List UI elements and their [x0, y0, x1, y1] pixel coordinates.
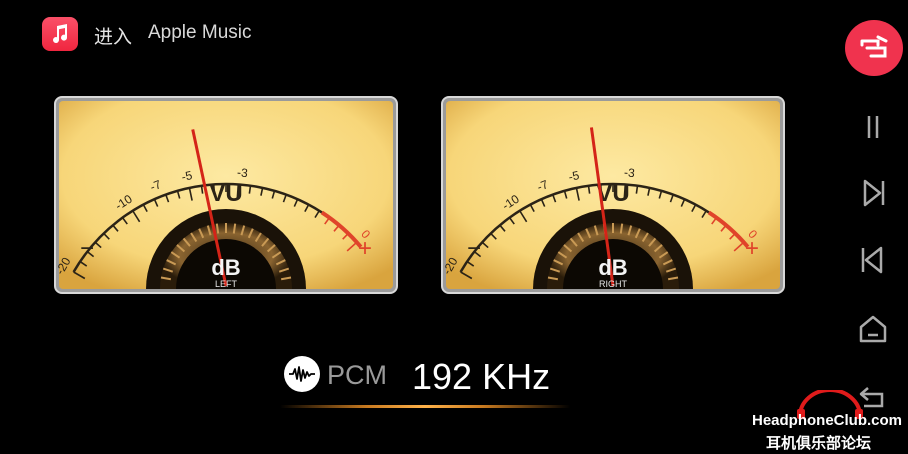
next-button[interactable]	[850, 170, 896, 216]
glow-divider	[280, 405, 570, 408]
hub-gear-tooth	[232, 223, 237, 234]
format-label: PCM	[327, 360, 387, 390]
hub-gear-tooth	[215, 223, 220, 234]
watermark-text-cn: 耳机俱乐部论坛	[766, 434, 872, 452]
vu-meter-left: -20 -10 -7 -5 -3 0− + VU dB LEFT	[54, 96, 398, 294]
home-button[interactable]	[850, 306, 896, 352]
previous-icon	[861, 246, 883, 274]
sample-rate-label: 192 KHz	[412, 356, 551, 397]
scale-tick	[587, 185, 591, 194]
playlist-button[interactable]	[845, 20, 903, 76]
scale-label: -3	[236, 165, 248, 180]
channel-label: RIGHT	[599, 279, 628, 289]
hub-gear-tooth	[619, 223, 624, 234]
music-note-icon[interactable]	[42, 17, 78, 51]
app-name[interactable]: Apple Music	[148, 22, 252, 44]
enter-label[interactable]: 进入	[94, 22, 132, 49]
previous-button[interactable]	[850, 237, 896, 283]
watermark-text: HeadphoneClub.com	[752, 412, 903, 429]
channel-label: LEFT	[215, 279, 238, 289]
home-icon	[859, 315, 887, 343]
db-label: dB	[598, 255, 627, 280]
plus-label: +	[358, 235, 372, 262]
scale-tick	[200, 185, 204, 194]
minus-label: −	[467, 235, 481, 262]
scale-tick	[635, 185, 639, 194]
playlist-icon	[860, 35, 888, 58]
scale-label: -3	[623, 165, 635, 180]
waveform-icon	[284, 356, 320, 392]
next-icon	[863, 179, 885, 207]
top-bar: 进入 Apple Music	[0, 0, 908, 70]
pause-button[interactable]	[850, 104, 896, 150]
scale-tick	[248, 185, 252, 194]
db-label: dB	[211, 255, 240, 280]
vu-label: VU	[209, 180, 242, 207]
vu-meter-right: -20 -10 -7 -5 -3 0− + VU dB RIGHT	[441, 96, 785, 294]
plus-label: +	[745, 235, 759, 262]
minus-label: −	[80, 235, 94, 262]
watermark: HeadphoneClub.com 耳机俱乐部论坛	[752, 390, 908, 454]
pause-icon	[867, 116, 879, 138]
